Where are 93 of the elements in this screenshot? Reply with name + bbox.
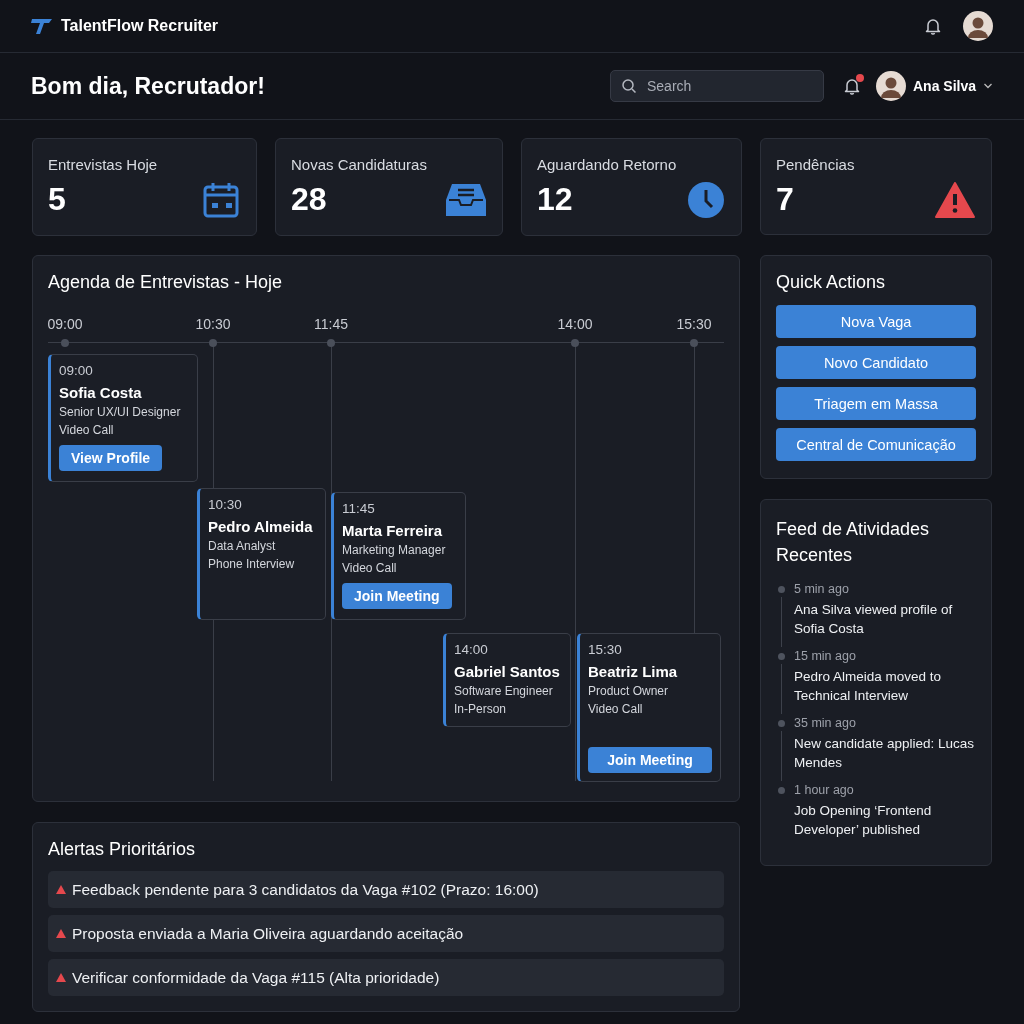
candidate-name: Sofia Costa: [59, 384, 143, 401]
alert-item[interactable]: Verificar conformidade da Vaga #115 (Alta prioridade): [48, 959, 724, 996]
interview-type: Phone Interview: [208, 556, 296, 573]
timeline-marker: [327, 339, 335, 347]
timeline-dot: [778, 653, 785, 660]
interview-card[interactable]: 14:00 Gabriel Santos Software Engineer In-Person: [443, 633, 571, 727]
timeline-dot: [778, 586, 785, 593]
panel-title: Alertas Prioritários: [48, 839, 197, 860]
activity-time: 1 hour ago: [794, 783, 855, 797]
candidate-name: Beatriz Lima: [588, 663, 679, 680]
search-input[interactable]: Search: [644, 77, 809, 95]
interview-card[interactable]: 15:30 Beatriz Lima Product Owner Video Call Join Meeting: [577, 633, 721, 782]
interview-type: Video Call: [59, 422, 115, 439]
stat-value: 7: [776, 181, 794, 218]
time-tick: 14:00: [557, 316, 593, 332]
interview-type: Video Call: [588, 701, 644, 718]
stat-label: Novas Candidaturas: [291, 156, 428, 173]
interview-time: 11:45: [342, 501, 376, 516]
timeline-dot: [778, 787, 785, 794]
job-role: Product Owner: [588, 683, 670, 700]
feed-connector-line: [781, 731, 782, 781]
time-tick: 09:00: [47, 316, 83, 332]
panel-title: Quick Actions: [776, 272, 887, 293]
alert-item[interactable]: Feedback pendente para 3 candidatos da Vaga #102 (Prazo: 16:00): [48, 871, 724, 908]
interview-action-button[interactable]: Join Meeting: [588, 747, 712, 773]
timeline-marker: [571, 339, 579, 347]
quick-action-button[interactable]: Nova Vaga: [776, 305, 976, 338]
warning-icon: [56, 929, 66, 938]
quick-action-button[interactable]: Central de Comunicação: [776, 428, 976, 461]
clock-icon: [687, 181, 725, 219]
greeting: Bom dia, Recrutador!: [31, 72, 266, 100]
interview-time: 09:00: [59, 363, 94, 378]
calendar-icon: [202, 181, 240, 219]
quick-action-button[interactable]: Triagem em Massa: [776, 387, 976, 420]
job-role: Marketing Manager: [342, 542, 447, 559]
candidate-name: Pedro Almeida: [208, 518, 314, 535]
stat-label: Aguardando Retorno: [537, 156, 678, 173]
activity-time: 15 min ago: [794, 649, 857, 663]
alert-item[interactable]: Proposta enviada a Maria Oliveira aguardando aceitação: [48, 915, 724, 952]
interview-time: 10:30: [208, 497, 243, 512]
stat-value: 28: [291, 181, 327, 218]
chevron-down-icon[interactable]: [983, 83, 993, 89]
interview-type: Video Call: [342, 560, 398, 577]
app-name: TalentFlow Recruiter: [61, 17, 219, 35]
stat-label: Pendências: [776, 156, 856, 173]
activity-text: New candidate applied: Lucas Mendes: [794, 735, 976, 772]
stat-label: Entrevistas Hoje: [48, 156, 159, 173]
time-tick: 11:45: [314, 316, 348, 332]
interview-action-button[interactable]: Join Meeting: [342, 583, 452, 609]
interview-action-button[interactable]: View Profile: [59, 445, 163, 471]
warning-icon: [935, 182, 975, 218]
warning-icon: [56, 885, 66, 894]
timeline-dot: [778, 720, 785, 727]
feed-connector-line: [781, 664, 782, 714]
interview-type: In-Person: [454, 701, 508, 718]
avatar[interactable]: [875, 71, 906, 101]
stat-value: 5: [48, 181, 66, 218]
timeline-marker: [690, 339, 698, 347]
interview-card[interactable]: 11:45 Marta Ferreira Marketing Manager Video Call Join Meeting: [331, 492, 466, 620]
activity-text: Job Opening ‘Frontend Developer’ published: [794, 802, 933, 839]
interview-card[interactable]: 10:30 Pedro Almeida Data Analyst Phone Interview: [197, 488, 326, 620]
time-tick: 10:30: [195, 316, 231, 332]
panel-title: Feed de Atividades Recentes: [776, 518, 931, 567]
feed-connector-line: [781, 597, 782, 647]
stat-value: 12: [537, 181, 573, 218]
user-name[interactable]: Ana Silva: [912, 78, 976, 94]
search-icon: [620, 78, 637, 94]
alert-text: Feedback pendente para 3 candidatos da Vaga #102 (Prazo: 16:00): [72, 880, 539, 899]
candidate-name: Marta Ferreira: [342, 522, 444, 539]
inbox-icon: [446, 181, 486, 219]
warning-icon: [56, 973, 66, 982]
job-role: Data Analyst: [208, 538, 277, 555]
logo-icon: [31, 17, 53, 35]
activity-time: 35 min ago: [794, 716, 857, 730]
alert-text: Proposta enviada a Maria Oliveira aguardando aceitação: [72, 924, 464, 943]
panel-title: Agenda de Entrevistas - Hoje: [48, 272, 284, 293]
timeline-marker: [61, 339, 69, 347]
quick-action-button[interactable]: Novo Candidato: [776, 346, 976, 379]
interview-card[interactable]: 09:00 Sofia Costa Senior UX/UI Designer Video Call View Profile: [48, 354, 198, 482]
activity-text: Pedro Almeida moved to Technical Interview: [794, 668, 943, 705]
bell-icon[interactable]: [923, 16, 943, 36]
time-tick: 15:30: [676, 316, 712, 332]
interview-time: 15:30: [588, 642, 623, 657]
job-role: Senior UX/UI Designer: [59, 404, 182, 421]
interview-time: 14:00: [454, 642, 489, 657]
activity-time: 5 min ago: [794, 582, 850, 596]
job-role: Software Engineer: [454, 683, 554, 700]
search-field[interactable]: Search: [609, 70, 824, 102]
timeline-marker: [209, 339, 217, 347]
candidate-name: Gabriel Santos: [454, 663, 561, 680]
alert-text: Verificar conformidade da Vaga #115 (Alta prioridade): [72, 968, 440, 987]
avatar[interactable]: [963, 11, 993, 41]
activity-text: Ana Silva viewed profile of Sofia Costa: [794, 601, 954, 638]
